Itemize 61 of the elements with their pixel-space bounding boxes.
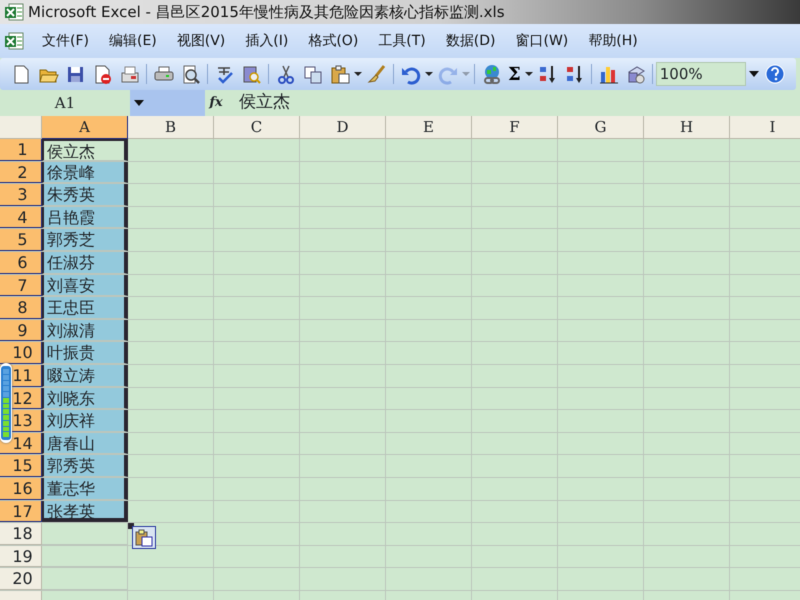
table-cell[interactable]: 唐春山	[42, 432, 128, 454]
row-header[interactable]: 8	[0, 297, 42, 319]
table-cell[interactable]: 刘庆祥	[42, 410, 128, 432]
name-box[interactable]: A1	[0, 92, 130, 114]
excel-icon	[4, 3, 24, 21]
table-cell[interactable]: 郭秀英	[42, 455, 128, 477]
column-header[interactable]: B	[128, 116, 214, 139]
table-cell[interactable]: 刘淑清	[42, 320, 128, 342]
row-header[interactable]: 9	[0, 320, 42, 342]
table-cell[interactable]: 任淑芬	[42, 252, 128, 274]
menu-item[interactable]: 格式(O)	[298, 30, 368, 52]
menu-item[interactable]: 插入(I)	[235, 30, 298, 52]
table-cell[interactable]: 刘晓东	[42, 388, 128, 410]
column-header[interactable]: E	[386, 116, 472, 139]
zoom-field[interactable]: 100%	[656, 62, 746, 86]
menu-item[interactable]: 数据(D)	[436, 30, 506, 52]
paste-options-button[interactable]	[132, 526, 156, 549]
column-header[interactable]: H	[644, 116, 730, 139]
table-cell[interactable]: 郭秀芝	[42, 229, 128, 251]
column-header[interactable]: F	[472, 116, 558, 139]
row-header[interactable]: 5	[0, 229, 42, 251]
row-header[interactable]: 18	[0, 523, 42, 545]
row-header[interactable]: 15	[0, 455, 42, 477]
table-cell[interactable]: 侯立杰	[42, 139, 128, 161]
column-header[interactable]: A	[42, 116, 128, 139]
row-header[interactable]: 17	[0, 500, 42, 522]
table-cell[interactable]: 叶振贵	[42, 342, 128, 364]
column-header[interactable]: D	[300, 116, 386, 139]
menu-item[interactable]: 编辑(E)	[98, 30, 167, 52]
row-header[interactable]: 10	[0, 342, 42, 364]
workbook-icon	[4, 32, 24, 50]
window-title: Microsoft Excel - 昌邑区2015年慢性病及其危险因素核心指标监测.xls	[28, 2, 505, 23]
row-header[interactable]: 2	[0, 162, 42, 184]
row-header[interactable]: 6	[0, 252, 42, 274]
menu-item[interactable]: 窗口(W)	[506, 30, 578, 52]
dropdown-caret-icon[interactable]	[134, 100, 144, 106]
row-header[interactable]: 1	[0, 139, 42, 161]
table-cell[interactable]: 徐景峰	[42, 162, 128, 184]
table-cell[interactable]: 王忠臣	[42, 297, 128, 319]
row-header[interactable]: 3	[0, 184, 42, 206]
insert-function-button[interactable]: fx	[205, 93, 227, 113]
table-cell[interactable]: 刘喜安	[42, 274, 128, 296]
row-header[interactable]: 7	[0, 274, 42, 296]
table-cell[interactable]: 吕艳霞	[42, 206, 128, 228]
column-header[interactable]: G	[558, 116, 644, 139]
table-cell[interactable]: 董志华	[42, 478, 128, 500]
row-header[interactable]: 16	[0, 478, 42, 500]
row-header[interactable]: 19	[0, 546, 42, 568]
menu-item[interactable]: 视图(V)	[166, 30, 236, 52]
column-header[interactable]: C	[214, 116, 300, 139]
table-cell[interactable]: 啜立涛	[42, 364, 128, 387]
row-header[interactable]: 4	[0, 206, 42, 228]
menu-item[interactable]: 帮助(H)	[578, 30, 648, 52]
formula-field[interactable]: 侯立杰	[227, 90, 290, 116]
column-header[interactable]: I	[730, 116, 800, 139]
autosum-button[interactable]: Σ	[505, 61, 524, 87]
table-cell[interactable]: 朱秀英	[42, 184, 128, 206]
menu-item[interactable]: 工具(T)	[368, 30, 436, 52]
row-header[interactable]: 20	[0, 568, 42, 590]
table-cell[interactable]: 张孝英	[42, 500, 128, 522]
menu-item[interactable]: 文件(F)	[32, 30, 99, 52]
